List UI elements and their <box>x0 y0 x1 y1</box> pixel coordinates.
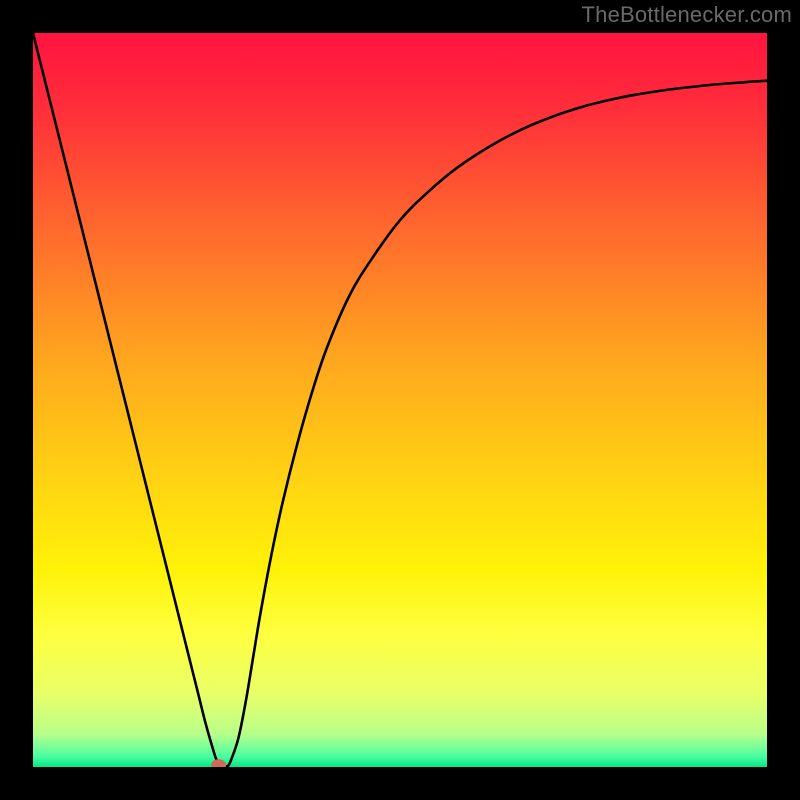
minimum-marker <box>212 760 226 767</box>
plot-area <box>33 33 767 767</box>
attribution-text: TheBottleneсker.com <box>582 2 792 28</box>
curve-layer <box>33 33 767 767</box>
chart-frame: TheBottleneсker.com <box>0 0 800 800</box>
bottleneck-curve <box>33 33 767 766</box>
